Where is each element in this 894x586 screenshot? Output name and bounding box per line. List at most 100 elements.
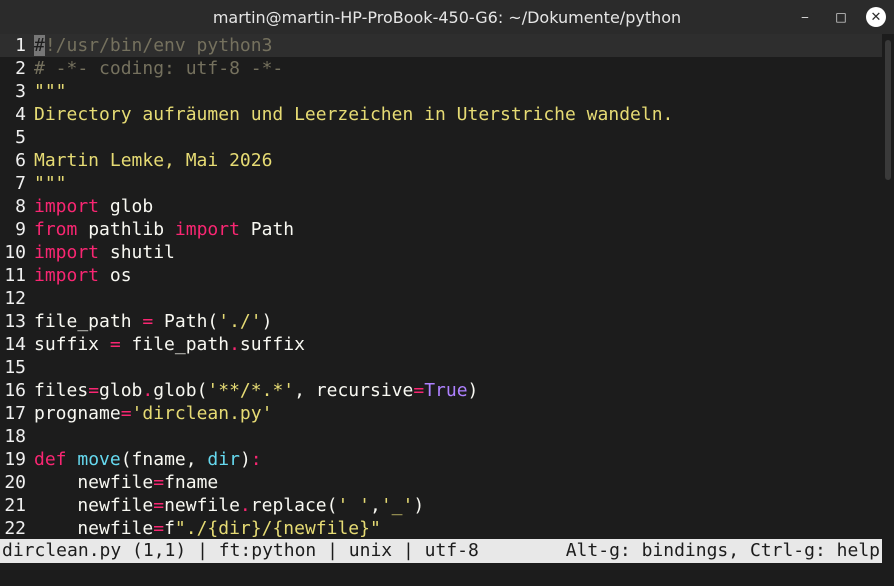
- line-number: 15: [4, 357, 26, 378]
- code-token: =: [153, 472, 165, 493]
- line-number: 9: [15, 219, 26, 240]
- code-line[interactable]: 13 file_path = Path('./'): [0, 310, 882, 333]
- code-token: :: [250, 449, 262, 470]
- code-token: Martin Lemke, Mai 2026: [34, 150, 273, 171]
- maximize-button[interactable]: □: [830, 6, 852, 28]
- code-token: ): [413, 495, 425, 516]
- code-token: """: [34, 81, 67, 102]
- line-code: from pathlib import Path: [34, 218, 294, 241]
- code-line[interactable]: 10 import shutil: [0, 241, 882, 264]
- code-token: !/usr/bin/env python3: [44, 35, 273, 56]
- code-line[interactable]: 5: [0, 126, 882, 149]
- code-token: =: [109, 334, 121, 355]
- line-code: def move(fname, dir):: [34, 448, 262, 471]
- code-token: def: [34, 449, 67, 470]
- code-token: .: [239, 495, 251, 516]
- code-token: # -*- coding: utf-8 -*-: [34, 58, 284, 79]
- line-code: suffix = file_path.suffix: [34, 333, 305, 356]
- code-line[interactable]: 14 suffix = file_path.suffix: [0, 333, 882, 356]
- code-token: =: [153, 495, 165, 516]
- line-code: file_path = Path('./'): [34, 310, 272, 333]
- code-line[interactable]: 4 Directory aufräumen und Leerzeichen in …: [0, 103, 882, 126]
- code-token: , recursive: [294, 380, 414, 401]
- line-code: import os: [34, 264, 132, 287]
- minimize-button[interactable]: ‒: [794, 6, 816, 28]
- window-controls: ‒ □ ✕: [794, 0, 886, 34]
- line-number: 5: [15, 127, 26, 148]
- code-editor[interactable]: 1 #!/usr/bin/env python3 2 # -*- coding: ut…: [0, 34, 882, 538]
- line-number: 7: [15, 173, 26, 194]
- code-line[interactable]: 21 newfile=newfile.replace(' ','_'): [0, 494, 882, 517]
- terminal-window: martin@martin-HP-ProBook-450-G6: ~/Dokum…: [0, 0, 894, 586]
- line-number: 3: [15, 81, 26, 102]
- code-line[interactable]: 8 import glob: [0, 195, 882, 218]
- code-token: =: [142, 311, 154, 332]
- code-token: Path: [239, 219, 295, 240]
- code-line[interactable]: 3 """: [0, 80, 882, 103]
- code-token: file_path: [120, 334, 230, 355]
- code-token: progname: [34, 403, 121, 424]
- code-token: fname: [164, 472, 219, 493]
- code-token: import: [34, 242, 100, 263]
- code-line[interactable]: 20 newfile=fname: [0, 471, 882, 494]
- code-line[interactable]: 11 import os: [0, 264, 882, 287]
- code-token: os: [99, 265, 132, 286]
- code-token: .: [142, 380, 154, 401]
- status-bar: dirclean.py (1,1) | ft:python | unix | u…: [0, 539, 882, 563]
- scrollbar-thumb[interactable]: [885, 40, 891, 180]
- line-number: 6: [15, 150, 26, 171]
- code-token: shutil: [99, 242, 175, 263]
- code-line[interactable]: 19 def move(fname, dir):: [0, 448, 882, 471]
- code-token: dir: [207, 449, 240, 470]
- code-line[interactable]: 12: [0, 287, 882, 310]
- scrollbar[interactable]: [882, 34, 894, 538]
- code-token: suffix: [239, 334, 305, 355]
- line-code: # -*- coding: utf-8 -*-: [34, 57, 283, 80]
- code-line[interactable]: 17 progname='dirclean.py': [0, 402, 882, 425]
- code-line[interactable]: 18: [0, 425, 882, 448]
- window-title: martin@martin-HP-ProBook-450-G6: ~/Dokum…: [212, 7, 682, 27]
- line-code: newfile=f"./{dir}/{newfile}": [34, 517, 380, 538]
- code-token: files: [34, 380, 89, 401]
- code-line[interactable]: 7 """: [0, 172, 882, 195]
- code-line[interactable]: 9 from pathlib import Path: [0, 218, 882, 241]
- code-token: ,: [369, 495, 381, 516]
- line-number: 11: [4, 265, 26, 286]
- code-line[interactable]: 16 files=glob.glob('**/*.*', recursive=Tr…: [0, 379, 882, 402]
- status-key-hints: Alt-g: bindings, Ctrl-g: help: [565, 540, 880, 561]
- line-number: 14: [4, 334, 26, 355]
- line-code: """: [34, 80, 67, 103]
- line-number: 12: [4, 288, 26, 309]
- code-token: '_': [380, 495, 414, 516]
- code-token: =: [120, 403, 132, 424]
- code-token: newfile: [164, 495, 240, 516]
- code-line[interactable]: 2 # -*- coding: utf-8 -*-: [0, 57, 882, 80]
- line-code: newfile=newfile.replace(' ','_'): [34, 494, 424, 517]
- line-number: 19: [4, 449, 26, 470]
- line-number: 1: [15, 35, 26, 56]
- line-number: 2: [15, 58, 26, 79]
- status-file-info: dirclean.py (1,1) | ft:python | unix | u…: [2, 540, 479, 561]
- line-code: progname='dirclean.py': [34, 402, 272, 425]
- code-line[interactable]: 22 newfile=f"./{dir}/{newfile}": [0, 517, 882, 538]
- title-bar[interactable]: martin@martin-HP-ProBook-450-G6: ~/Dokum…: [0, 0, 894, 34]
- code-token: """: [34, 173, 67, 194]
- code-line[interactable]: 6 Martin Lemke, Mai 2026: [0, 149, 882, 172]
- code-line[interactable]: 1 #!/usr/bin/env python3: [0, 34, 882, 57]
- code-line[interactable]: 15: [0, 356, 882, 379]
- code-token: import: [34, 196, 100, 217]
- line-code: """: [34, 172, 67, 195]
- line-number: 17: [4, 403, 26, 424]
- close-button[interactable]: ✕: [866, 7, 886, 27]
- code-token: (fname,: [120, 449, 208, 470]
- code-token: f: [164, 518, 175, 538]
- text-cursor: #: [34, 35, 45, 56]
- code-token: glob(: [153, 380, 208, 401]
- code-token: file_path: [34, 311, 143, 332]
- line-number: 18: [4, 426, 26, 447]
- line-number: 4: [15, 104, 26, 125]
- terminal-bottom-area: [0, 563, 894, 586]
- code-token: move: [77, 449, 121, 470]
- code-token: ): [239, 449, 251, 470]
